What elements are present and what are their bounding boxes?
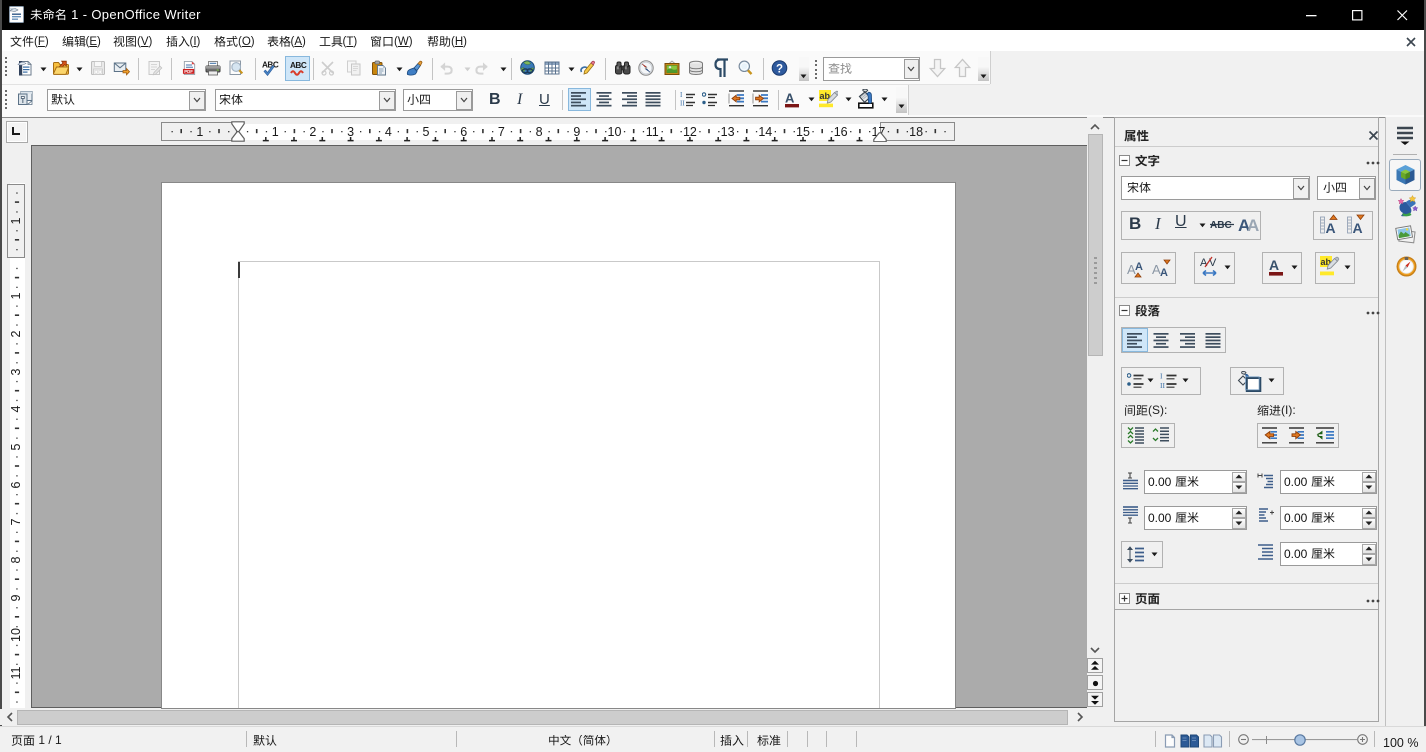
svg-text:A: A	[785, 91, 795, 106]
svg-text:A: A	[1353, 220, 1363, 236]
svg-text:ABC: ABC	[1210, 220, 1232, 231]
svg-text:I: I	[680, 91, 683, 99]
svg-text:II: II	[680, 100, 685, 108]
svg-text:A: A	[1135, 261, 1143, 273]
svg-text:II: II	[1160, 381, 1165, 389]
svg-text:A: A	[1160, 267, 1168, 278]
svg-text:ABC: ABC	[290, 61, 307, 70]
svg-text:I: I	[1160, 372, 1163, 381]
svg-text:?: ?	[776, 63, 783, 75]
svg-text:A: A	[1326, 220, 1336, 236]
svg-text:A: A	[1200, 257, 1208, 269]
svg-text:A: A	[1247, 216, 1259, 235]
svg-text:A: A	[1269, 257, 1279, 273]
svg-text:PDF: PDF	[184, 69, 193, 74]
